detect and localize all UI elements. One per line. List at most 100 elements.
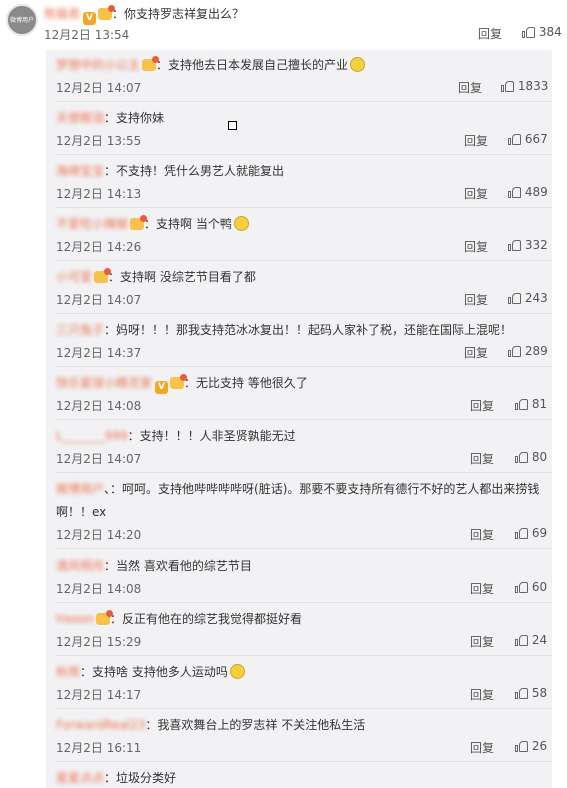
reply-text: ：不支持！凭什么男艺人就能复出 xyxy=(104,164,285,178)
avatar[interactable]: 微博用户 xyxy=(6,4,38,36)
like-count: 489 xyxy=(524,185,548,199)
username-link[interactable]: ForwardReal23 xyxy=(56,718,145,732)
reply-button[interactable]: 回复 xyxy=(464,132,488,149)
like-count: 69 xyxy=(531,526,548,540)
member-badge-icon xyxy=(130,215,148,230)
username-link[interactable]: Hxoon xyxy=(56,612,94,626)
reply-text: 、：呵呵。支持他哔哔哔哔呀(脏话)。那要不要支持所有德行不好的艺人都出来捞钱 xyxy=(104,482,540,496)
thumbs-up-icon xyxy=(508,133,521,145)
avatar-text: 微博用户 xyxy=(9,17,34,24)
username-link[interactable]: 微博用户 xyxy=(56,482,104,496)
thumbs-up-icon xyxy=(501,80,514,92)
thumbs-up-icon xyxy=(508,292,521,304)
reply-time: 12月2日 14:08 xyxy=(56,582,142,596)
username-link[interactable]: 三只兔子 xyxy=(56,323,104,337)
like-button[interactable]: 667 xyxy=(508,132,548,146)
emoji-icon xyxy=(229,664,245,679)
like-count: 58 xyxy=(531,686,548,700)
mouse-cursor xyxy=(228,121,237,130)
reply-time: 12月2日 15:29 xyxy=(56,635,142,649)
separator xyxy=(56,761,552,762)
like-button[interactable]: 1833 xyxy=(501,79,548,93)
thumbs-up-icon xyxy=(515,634,528,646)
reply-button[interactable]: 回复 xyxy=(458,79,482,96)
reply-button[interactable]: 回复 xyxy=(464,185,488,202)
member-badge-icon xyxy=(98,5,116,20)
reply-button[interactable]: 回复 xyxy=(470,450,494,467)
reply-time: 12月2日 14:37 xyxy=(56,346,142,360)
reply-text: ：支持啊 没综艺节目看了都 xyxy=(108,270,256,284)
like-button[interactable]: 58 xyxy=(515,686,547,700)
like-button[interactable]: 60 xyxy=(515,580,547,594)
reply-time: 12月2日 14:07 xyxy=(56,452,142,466)
reply-text: ：支持啥 支持他多人运动吗 xyxy=(80,665,228,679)
like-button[interactable]: 243 xyxy=(508,291,548,305)
reply-time: 12月2日 13:55 xyxy=(56,134,142,148)
username-link[interactable]: 清风明月 xyxy=(56,559,104,573)
like-button[interactable]: 26 xyxy=(515,739,547,753)
emoji-icon xyxy=(350,57,366,72)
reply-button[interactable]: 回复 xyxy=(470,526,494,543)
like-button[interactable]: 81 xyxy=(515,397,547,411)
like-button[interactable]: 69 xyxy=(515,526,547,540)
thumbs-up-icon xyxy=(515,581,528,593)
like-button[interactable]: 384 xyxy=(522,25,562,39)
like-button[interactable]: 289 xyxy=(508,344,548,358)
reply-text-line: L_______999：支持！！！人非圣贤孰能无过 xyxy=(56,427,296,444)
reply-text-line: 梦想中的小公主 ：支持他去日本发展自己擅长的产业 xyxy=(56,56,366,73)
like-button[interactable]: 24 xyxy=(515,633,547,647)
thumbs-up-icon xyxy=(508,239,521,251)
separator xyxy=(56,207,552,208)
comment-time: 12月2日 13:54 xyxy=(44,28,130,42)
reply-text: ：支持他去日本发展自己擅长的产业 xyxy=(156,58,349,72)
reply-time: 12月2日 14:20 xyxy=(56,528,142,542)
username-link[interactable]: 星星点点 xyxy=(56,771,104,785)
member-badge-icon xyxy=(170,374,188,389)
like-count: 332 xyxy=(524,238,548,252)
comment-text: ：你支持罗志祥复出么？ xyxy=(112,7,245,21)
reply-button[interactable]: 回复 xyxy=(464,238,488,255)
reply-button[interactable]: 回复 xyxy=(464,344,488,361)
username-link[interactable]: L_______999 xyxy=(56,429,128,443)
reply-button[interactable]: 回复 xyxy=(478,25,502,42)
separator xyxy=(56,101,552,102)
username-link[interactable]: 熊猫君 xyxy=(44,7,80,21)
like-button[interactable]: 80 xyxy=(515,450,547,464)
reply-text: ：无比支持 等他很久了 xyxy=(184,376,308,390)
username-link[interactable]: 天使眼泪 xyxy=(56,111,104,125)
username-link[interactable]: 快乐星球小精灵家 xyxy=(56,376,152,390)
reply-button[interactable]: 回复 xyxy=(470,739,494,756)
like-button[interactable]: 489 xyxy=(508,185,548,199)
like-count: 384 xyxy=(538,25,562,39)
reply-text: ：支持啊 当个鸭 xyxy=(144,217,232,231)
reply-text: ：反正有他在的综艺我觉得都挺好看 xyxy=(110,612,303,626)
reply-text-line: 快乐星球小精灵家 V ：无比支持 等他很久了 xyxy=(56,374,308,394)
username-link[interactable]: 秋雨 xyxy=(56,665,80,679)
like-count: 26 xyxy=(531,739,548,753)
reply-button[interactable]: 回复 xyxy=(470,633,494,650)
like-button[interactable]: 332 xyxy=(508,238,548,252)
verified-icon: V xyxy=(83,12,97,25)
reply-button[interactable]: 回复 xyxy=(470,686,494,703)
reply-button[interactable]: 回复 xyxy=(470,580,494,597)
like-count: 243 xyxy=(524,291,548,305)
username-link[interactable]: 小可爱 xyxy=(56,270,92,284)
separator xyxy=(56,260,552,261)
reply-button[interactable]: 回复 xyxy=(470,397,494,414)
member-badge-icon xyxy=(142,56,160,71)
reply-text: ：妈呀！！！那我支持范冰冰复出！！起码人家补了税，还能在国际上混呢！ xyxy=(104,323,513,337)
username-link[interactable]: 不爱吃小辣椒 xyxy=(56,217,128,231)
reply-time: 12月2日 16:11 xyxy=(56,741,142,755)
reply-time: 12月2日 14:13 xyxy=(56,187,142,201)
reply-button[interactable]: 回复 xyxy=(464,291,488,308)
reply-time: 12月2日 14:17 xyxy=(56,688,142,702)
thumbs-up-icon xyxy=(522,26,535,38)
username-link[interactable]: 海绵宝宝 xyxy=(56,164,104,178)
reply-time: 12月2日 14:08 xyxy=(56,399,142,413)
username-link[interactable]: 梦想中的小公主 xyxy=(56,58,140,72)
thumbs-up-icon xyxy=(515,527,528,539)
reply-time: 12月2日 14:07 xyxy=(56,293,142,307)
separator xyxy=(56,548,552,549)
reply-time: 12月2日 14:07 xyxy=(56,81,142,95)
emoji-icon xyxy=(233,216,249,231)
